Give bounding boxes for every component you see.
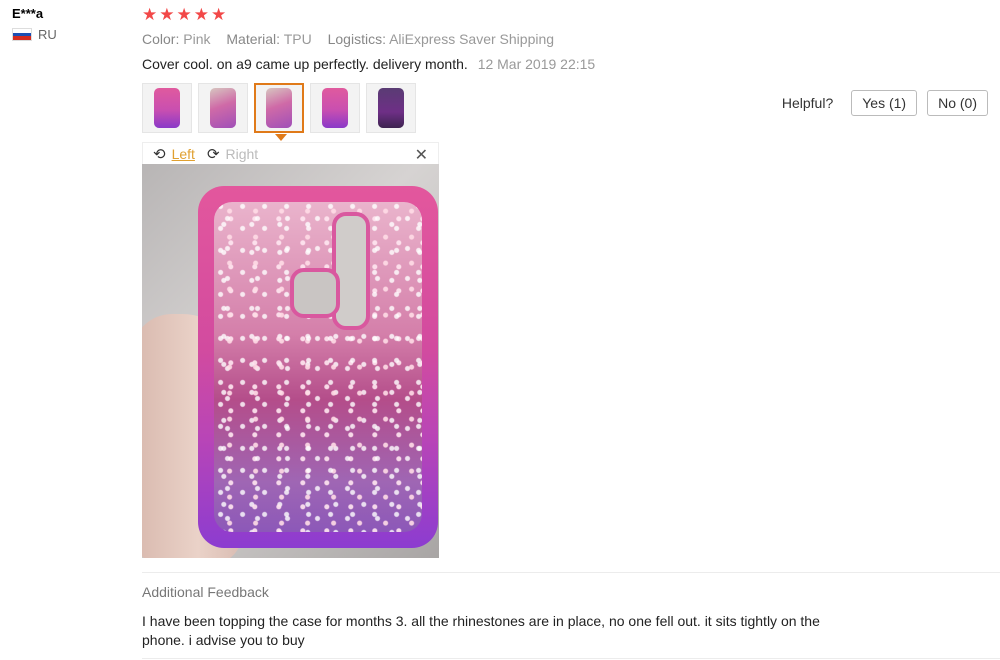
star-icon: ★ [211,5,227,24]
photo-thumbnail[interactable] [366,83,416,133]
case-thumbnail-image [378,88,404,128]
photo-thumbnail[interactable] [310,83,360,133]
russia-flag-icon [12,28,32,41]
order-attributes: Color: Pink Material: TPU Logistics: Ali… [142,31,566,47]
rotate-right-icon: ⟳ [206,145,220,163]
star-icon: ★ [159,5,175,24]
additional-feedback-text: I have been topping the case for months … [142,613,820,648]
fingerprint-cutout [290,268,340,318]
reviewer-name: E***a [12,6,44,21]
selected-thumbnail-pointer [275,134,287,141]
case-thumbnail-image [210,88,236,128]
review-text: Cover cool. on a9 came up perfectly. del… [142,56,468,72]
case-thumbnail-image [266,88,292,128]
helpful-vote: Helpful? Yes (1) No (0) [782,90,988,116]
additional-feedback-title: Additional Feedback [142,584,269,600]
helpful-yes-button[interactable]: Yes (1) [851,90,918,116]
viewer-toolbar: ⟲ Left ⟳ Right ✕ [142,142,439,164]
review-photo [142,164,439,558]
helpful-label: Helpful? [781,95,834,111]
star-icon: ★ [176,5,192,24]
reviewer-info: E***a RU [12,6,57,42]
glitter-panel [214,202,422,532]
star-rating: ★ ★ ★ ★ ★ [142,6,226,23]
star-icon: ★ [142,5,158,24]
photo-viewer: ⟲ Left ⟳ Right ✕ [142,142,439,558]
review-text-line: Cover cool. on a9 came up perfectly. del… [142,56,595,72]
divider [142,658,1000,659]
case-thumbnail-image [154,88,180,128]
rotate-right-button[interactable]: ⟳ Right [207,145,258,163]
attribute-logistics: Logistics: AliExpress Saver Shipping [327,31,555,47]
country-code: RU [38,27,57,42]
rotate-left-icon: ⟲ [153,145,166,163]
photo-thumbnail-selected[interactable] [254,83,304,133]
case-thumbnail-image [322,88,348,128]
helpful-no-button[interactable]: No (0) [927,90,988,116]
divider [142,572,1000,573]
camera-cutout [332,212,370,330]
review-date: 12 Mar 2019 22:15 [477,56,596,72]
attribute-color: Color: Pink [142,31,211,47]
photo-thumbnails [142,83,416,133]
attribute-material: Material: TPU [226,31,312,47]
rotate-left-button[interactable]: ⟲ Left [153,145,195,163]
close-icon[interactable]: ✕ [415,145,428,165]
star-icon: ★ [193,5,209,24]
reviewer-country: RU [12,27,57,42]
photo-thumbnail[interactable] [142,83,192,133]
photo-thumbnail[interactable] [198,83,248,133]
